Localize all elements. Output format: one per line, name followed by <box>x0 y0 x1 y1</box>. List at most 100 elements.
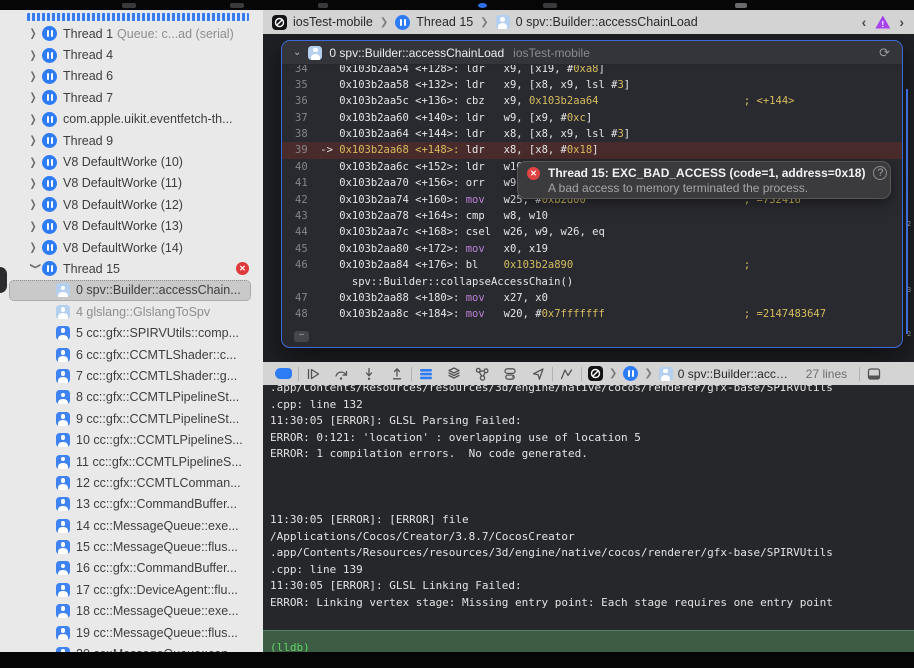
refresh-icon[interactable]: ⟳ <box>879 45 890 61</box>
stack-frame-row[interactable]: 9 cc::gfx::CCMTLPipelineSt... <box>0 408 263 429</box>
sliver-glyph: 2 <box>907 220 912 228</box>
step-over-icon[interactable] <box>333 366 349 382</box>
step-into-icon[interactable] <box>361 366 377 382</box>
toggle-console-panel-icon[interactable] <box>866 366 882 382</box>
thread-paused-icon <box>42 175 57 191</box>
chevron-down-icon[interactable]: ❯ <box>29 263 42 275</box>
stack-frame-row[interactable]: 13 cc::gfx::CommandBuffer... <box>0 494 263 515</box>
thread-row[interactable]: ❯ V8 DefaultWorke (13) <box>0 216 263 237</box>
simulate-location-icon[interactable] <box>530 366 546 382</box>
chevron-right-icon[interactable]: ❯ <box>30 198 42 211</box>
disassembly-line[interactable]: 46 0x103b2aa84 <+176>: bl 0x103b2a890 ; <box>295 257 902 273</box>
stack-frame-row[interactable]: 11 cc::gfx::CCMTLPipelineS... <box>0 451 263 472</box>
warning-triangle-icon[interactable] <box>875 15 891 29</box>
disassembly-continuation-line[interactable]: spv::Builder::collapseAccessChain() <box>295 274 902 290</box>
thread-paused-icon <box>395 14 411 30</box>
thread-row[interactable]: ❯ Thread 9 <box>0 130 263 151</box>
stack-frame-row[interactable]: 6 cc::gfx::CCMTLShader::c... <box>0 344 263 365</box>
thread-row[interactable]: ❯ Thread 7 <box>0 87 263 108</box>
zigzag-icon[interactable] <box>559 366 575 382</box>
disassembly-line[interactable]: 43 0x103b2aa78 <+164>: cmp w8, w10 <box>295 208 902 224</box>
stack-frame-row[interactable]: 10 cc::gfx::CCMTLPipelineS... <box>0 429 263 450</box>
lldb-prompt-bar[interactable]: (lldb) <box>263 630 914 653</box>
chevron-right-icon[interactable]: ❯ <box>30 92 42 105</box>
thread-paused-icon <box>42 26 57 42</box>
stack-frame-icon <box>56 304 70 319</box>
back-chevron-icon[interactable]: ‹ <box>862 14 867 30</box>
toolbar-remnant-icon <box>318 3 328 8</box>
step-out-icon[interactable] <box>389 366 405 382</box>
forward-chevron-icon[interactable]: › <box>899 14 904 30</box>
disassembly-line[interactable]: 36 0x103b2aa5c <+136>: cbz x9, 0x103b2aa… <box>295 93 902 109</box>
disassembly-line[interactable]: 39 -> 0x103b2aa68 <+148>: ldr x8, [x8, #… <box>282 142 902 159</box>
thread-row[interactable]: ❯ V8 DefaultWorke (10) <box>0 151 263 172</box>
thread-row[interactable]: ❯ V8 DefaultWorke (11) <box>0 173 263 194</box>
divider <box>581 366 582 381</box>
thread-row[interactable]: ❯ Thread 4 <box>0 44 263 65</box>
thread-row[interactable]: ❯ V8 DefaultWorke (14) <box>0 237 263 258</box>
chevron-right-icon[interactable]: ❯ <box>30 27 42 40</box>
breadcrumb-frame[interactable]: 0 spv::Builder::accessChainLoad <box>516 15 698 29</box>
debugbar-frame-label[interactable]: 0 spv::Builder::accessChainLoad <box>678 367 790 381</box>
chevron-right-icon[interactable]: ❯ <box>30 177 42 190</box>
stack-frame-row[interactable]: 18 cc::MessageQueue::exe... <box>0 601 263 622</box>
stack-frame-row[interactable]: 20 cc::MessageQueue::con... <box>0 643 263 652</box>
stack-frame-row[interactable]: 16 cc::gfx::CommandBuffer... <box>0 558 263 579</box>
continue-button-icon[interactable] <box>305 366 321 382</box>
breadcrumb-separator-icon: ❯ <box>379 16 389 28</box>
help-icon[interactable]: ? <box>873 166 888 180</box>
thread-row[interactable]: ❯ V8 DefaultWorke (12) <box>0 194 263 215</box>
stack-frame-row[interactable]: 5 cc::gfx::SPIRVUtils::comp... <box>0 322 263 343</box>
row-label: 16 cc::gfx::CommandBuffer... <box>76 561 237 576</box>
breadcrumb-process[interactable]: iosTest-mobile <box>293 15 373 29</box>
thread-paused-icon[interactable] <box>623 366 639 381</box>
chevron-right-icon[interactable]: ❯ <box>30 134 42 147</box>
stack-frame-row[interactable]: 4 glslang::GlslangToSpv <box>0 301 263 322</box>
thread-row[interactable]: ❯ Thread 15 ✕ <box>0 258 263 279</box>
stack-frame-row[interactable]: 19 cc::MessageQueue::flus... <box>0 622 263 643</box>
chevron-right-icon[interactable]: ❯ <box>30 156 42 169</box>
disassembly-line[interactable]: 37 0x103b2aa60 <+140>: ldr w9, [x9, #0xc… <box>295 110 902 126</box>
console-output[interactable]: .app/Contents/Resources/resources/3d/eng… <box>263 385 914 630</box>
collapse-button[interactable]: − <box>294 331 309 342</box>
chevron-down-icon[interactable]: ⌄ <box>293 47 301 58</box>
chevron-right-icon[interactable]: ❯ <box>30 220 42 233</box>
thread-row[interactable]: ❯ Thread 1 Queue: c...ad (serial) <box>0 23 263 44</box>
chevron-right-icon[interactable]: ❯ <box>30 70 42 83</box>
stack-frame-icon <box>495 15 510 29</box>
memory-graph-icon[interactable] <box>474 366 490 382</box>
breakpoints-toggle-icon[interactable] <box>275 368 292 379</box>
disassembly-line[interactable]: 45 0x103b2aa80 <+172>: mov x0, x19 <box>295 241 902 257</box>
process-icon[interactable] <box>588 366 603 381</box>
stack-frame-row[interactable]: 7 cc::gfx::CCMTLShader::g... <box>0 365 263 386</box>
row-label: Thread 7 <box>63 90 114 105</box>
disassembly-line[interactable]: 38 0x103b2aa64 <+144>: ldr x8, [x8, x9, … <box>295 126 902 142</box>
stack-frame-row[interactable]: 12 cc::gfx::CCMTLComman... <box>0 472 263 493</box>
debug-view-hierarchy-icon[interactable] <box>446 366 462 382</box>
disassembly-line[interactable]: 35 0x103b2aa58 <+132>: ldr x9, [x8, x9, … <box>295 77 902 93</box>
chevron-right-icon[interactable]: ❯ <box>30 241 42 254</box>
breadcrumb-thread[interactable]: Thread 15 <box>416 15 473 29</box>
process-icon <box>272 14 287 30</box>
stack-frame-row[interactable]: 14 cc::MessageQueue::exe... <box>0 515 263 536</box>
disassembly-line[interactable]: 48 0x103b2aa8c <+184>: mov w20, #0x7ffff… <box>295 306 902 322</box>
chevron-right-icon[interactable]: ❯ <box>30 113 42 126</box>
disassembly-card-header[interactable]: ⌄ 0 spv::Builder::accessChainLoad iosTes… <box>282 41 902 65</box>
editor-scrollbar[interactable] <box>906 89 908 334</box>
stack-frame-row[interactable]: 0 spv::Builder::accessChain... <box>9 279 251 302</box>
stack-frame-row[interactable]: 17 cc::gfx::DeviceAgent::flu... <box>0 579 263 600</box>
disassembly-line[interactable]: 47 0x103b2aa88 <+180>: mov x27, x0 <box>295 290 902 306</box>
view-console-icon[interactable] <box>418 366 434 382</box>
disassembly-code[interactable]: 34 0x103b2aa54 <+128>: ldr x9, [x19, #0x… <box>282 63 902 347</box>
thread-row[interactable]: ❯ Thread 6 <box>0 66 263 87</box>
sidebar-focus-handle[interactable] <box>0 267 7 293</box>
disassembly-line[interactable]: 44 0x103b2aa7c <+168>: csel w26, w9, w26… <box>295 224 902 240</box>
stack-frame-row[interactable]: 15 cc::MessageQueue::flus... <box>0 536 263 557</box>
row-label: V8 DefaultWorke (13) <box>63 219 183 234</box>
stack-frame-row[interactable]: 8 cc::gfx::CCMTLPipelineSt... <box>0 387 263 408</box>
row-label: 15 cc::MessageQueue::flus... <box>76 540 238 555</box>
environment-overrides-icon[interactable] <box>502 366 518 382</box>
thread-row[interactable]: ❯ com.apple.uikit.eventfetch-th... <box>0 109 263 130</box>
chevron-right-icon[interactable]: ❯ <box>30 49 42 62</box>
breadcrumb-separator-icon: ❯ <box>609 368 618 379</box>
